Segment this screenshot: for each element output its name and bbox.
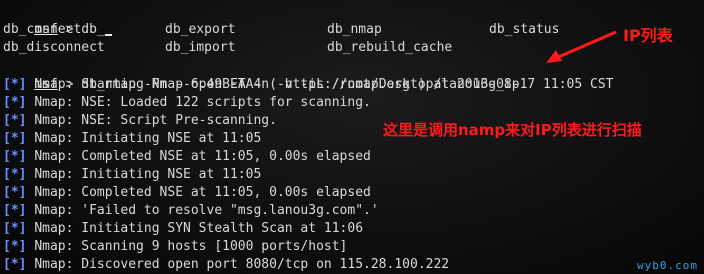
- status-marker: [*]: [3, 77, 27, 92]
- status-marker: [*]: [3, 257, 27, 272]
- output-text: Nmap: NSE: Loaded 122 scripts for scanni…: [34, 95, 371, 110]
- output-text: Nmap: NSE: Script Pre-scanning.: [34, 113, 277, 128]
- output-line: [*] Nmap: Initiating NSE at 11:05: [3, 166, 261, 184]
- completion-item: db_nmap: [327, 22, 382, 37]
- status-marker: [*]: [3, 167, 27, 182]
- annotation-ip-list: IP列表: [623, 26, 673, 45]
- completion-item: db_connect: [3, 22, 82, 37]
- output-line: [*] Nmap: 'Failed to resolve "msg.lanou3…: [3, 202, 379, 220]
- completion-item: db_import: [165, 40, 236, 55]
- prompt-line-partial: msf > db_: [3, 3, 112, 37]
- annotation-nmap-note: 这里是调用namp来对IP列表进行扫描: [383, 121, 642, 139]
- annotation-arrow-icon: [546, 30, 617, 63]
- output-text: Nmap: Completed NSE at 11:05, 0.00s elap…: [34, 185, 371, 200]
- completion-item: db_rebuild_cache: [327, 40, 453, 55]
- output-line: [*] Nmap: Completed NSE at 11:05, 0.00s …: [3, 184, 371, 202]
- prompt-line-command: msf > db_nmap -Pn --open -A -n -v -iL /r…: [3, 58, 519, 92]
- output-text: Nmap: Scanning 9 hosts [1000 ports/host]: [34, 239, 348, 254]
- output-line: [*] Nmap: Completed NSE at 11:05, 0.00s …: [3, 148, 371, 166]
- status-marker: [*]: [3, 131, 27, 146]
- output-text: Nmap: Starting Nmap 6.49BETA4 ( https://…: [34, 77, 614, 92]
- status-marker: [*]: [3, 221, 27, 236]
- output-text: Nmap: Completed NSE at 11:05, 0.00s elap…: [34, 149, 371, 164]
- status-marker: [*]: [3, 95, 27, 110]
- output-line: [*] Nmap: Starting Nmap 6.49BETA4 ( http…: [3, 76, 614, 94]
- output-line: [*] Nmap: Discovered open port 8080/tcp …: [3, 256, 449, 274]
- output-text: Nmap: Discovered open port 8080/tcp on 1…: [34, 257, 450, 272]
- output-line: [*] Nmap: Scanning 9 hosts [1000 ports/h…: [3, 238, 347, 256]
- status-marker: [*]: [3, 149, 27, 164]
- output-text: Nmap: 'Failed to resolve "msg.lanou3g.co…: [34, 203, 379, 218]
- status-marker: [*]: [3, 203, 27, 218]
- output-text: Nmap: Initiating SYN Stealth Scan at 11:…: [34, 221, 364, 236]
- output-line: [*] Nmap: NSE: Loaded 122 scripts for sc…: [3, 94, 371, 112]
- status-marker: [*]: [3, 239, 27, 254]
- output-line: [*] Nmap: Initiating SYN Stealth Scan at…: [3, 220, 363, 238]
- output-text: Nmap: Initiating NSE at 11:05: [34, 167, 262, 182]
- output-text: Nmap: Initiating NSE at 11:05: [34, 131, 262, 146]
- completion-item: db_disconnect: [3, 40, 105, 55]
- status-marker: [*]: [3, 113, 27, 128]
- status-marker: [*]: [3, 185, 27, 200]
- output-line: [*] Nmap: NSE: Script Pre-scanning.: [3, 112, 277, 130]
- completion-item: db_export: [165, 22, 236, 37]
- terminal-window[interactable]: msf > db_ db_connect db_export db_nmap d…: [0, 0, 704, 274]
- output-line: [*] Nmap: Initiating NSE at 11:05: [3, 130, 261, 148]
- watermark: wyb0.com: [637, 259, 698, 272]
